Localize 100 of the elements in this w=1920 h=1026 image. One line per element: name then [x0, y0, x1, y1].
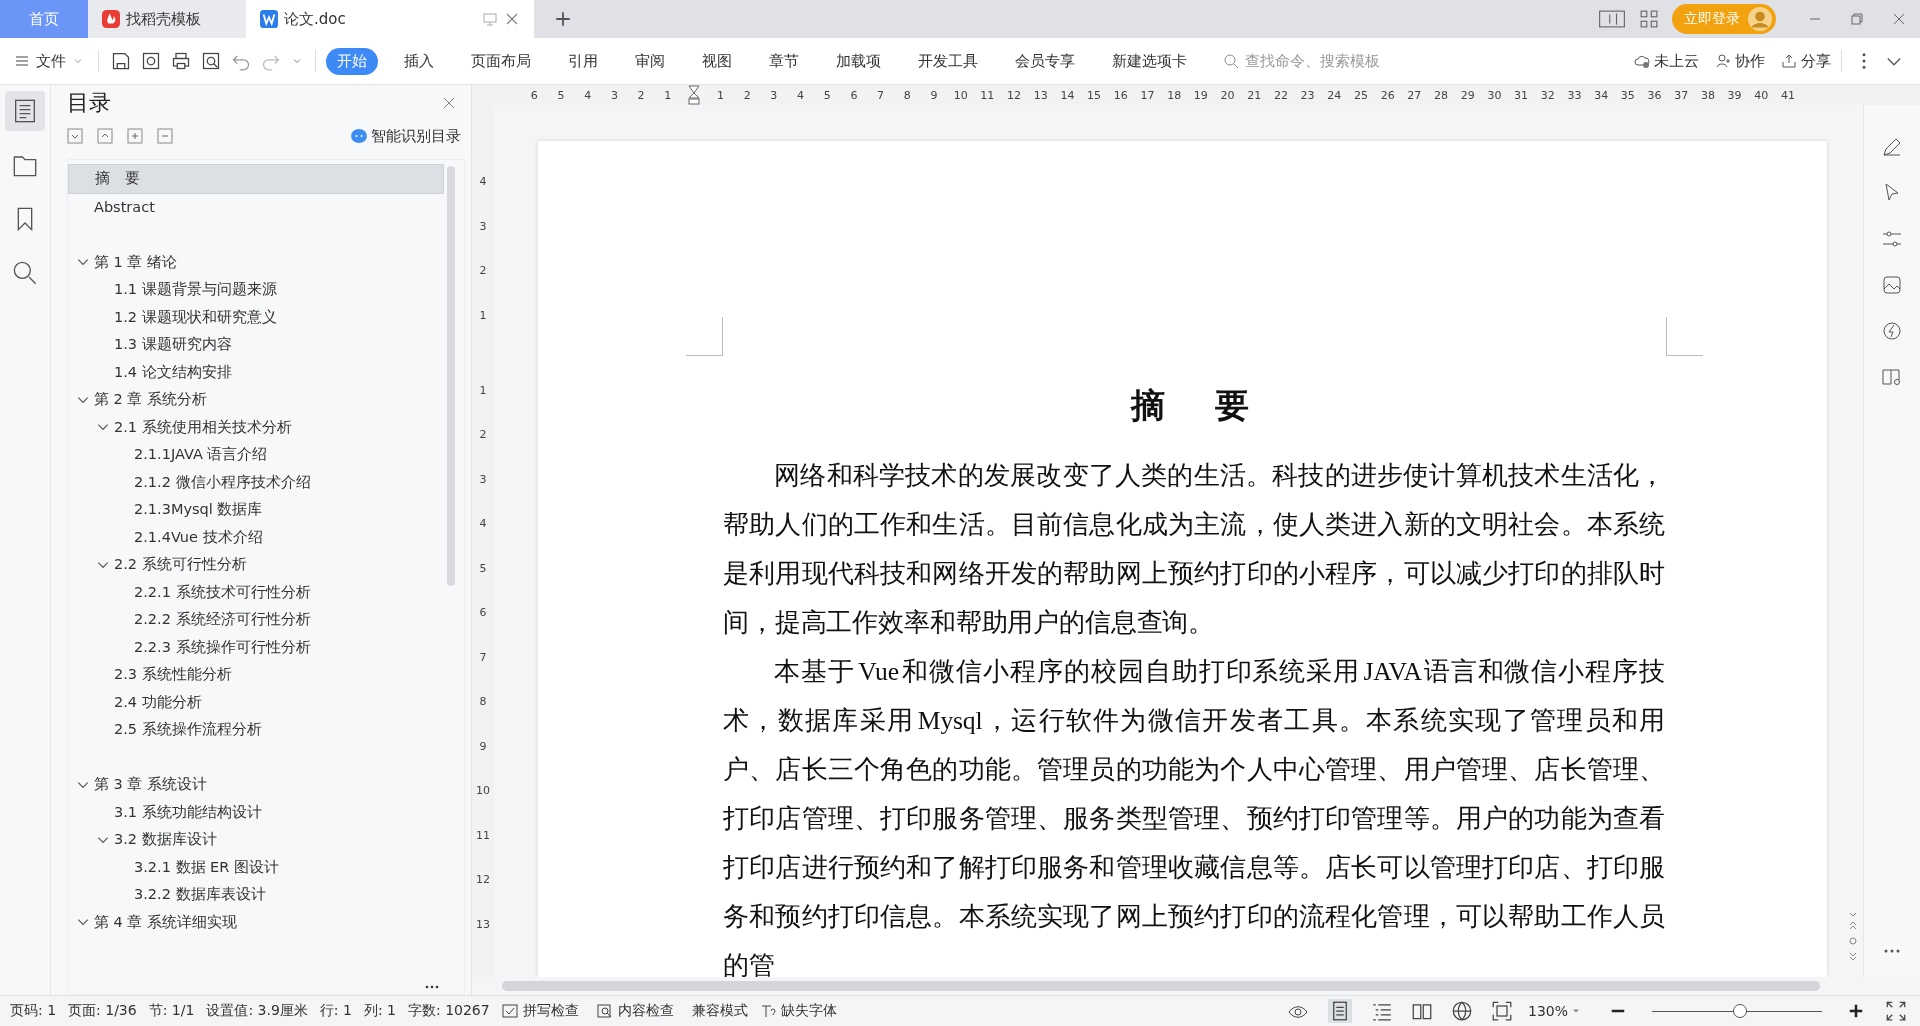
new-tab-icon[interactable] — [554, 10, 572, 28]
print-preview-icon[interactable] — [201, 51, 221, 71]
ribbon-tab[interactable]: 加载项 — [825, 47, 892, 75]
page-view-icon[interactable] — [1327, 999, 1352, 1023]
outline-item[interactable]: 1.1 课题背景与问题来源 — [68, 276, 444, 304]
ruler-number: 9 — [479, 739, 487, 754]
outline-item[interactable]: 2.1.3Mysql 数据库 — [68, 496, 444, 524]
tablet-mode-icon[interactable] — [1598, 10, 1626, 28]
ruler-number: 21 — [1246, 88, 1263, 102]
ribbon-tab[interactable]: 开发工具 — [907, 47, 989, 75]
ruler-number: 6 — [479, 606, 487, 620]
ruler-number: 6 — [849, 88, 859, 102]
more-icon[interactable] — [424, 984, 440, 990]
ruler-number: 27 — [1406, 88, 1423, 102]
ruler-number: 1 — [663, 88, 673, 102]
content-check-button[interactable]: 内容检查 — [596, 1002, 674, 1020]
outline-item[interactable]: 第 2 章 系统分析 — [68, 386, 444, 414]
ruler-number: 8 — [479, 695, 487, 709]
document-tab[interactable]: 找稻壳模板 — [88, 0, 246, 38]
document-tab[interactable]: 论文.doc — [246, 0, 534, 38]
ribbon-tab[interactable]: 引用 — [557, 47, 609, 75]
outline-item[interactable]: 第 4 章 系统详细实现 — [68, 908, 444, 936]
file-menu-button[interactable]: 文件 — [14, 51, 84, 71]
close-icon[interactable] — [1891, 11, 1907, 27]
ribbon-tab[interactable]: 插入 — [393, 47, 445, 75]
crop-mark — [1666, 317, 1703, 356]
toolbar-action-button[interactable]: 协作 — [1715, 51, 1765, 71]
outline-item[interactable]: 2.2.2 系统经济可行性分析 — [68, 606, 444, 634]
ruler-number: 18 — [1166, 88, 1183, 102]
ribbon-tab[interactable]: 会员专享 — [1004, 47, 1086, 75]
outline-item[interactable]: 2.3 系统性能分析 — [68, 661, 444, 689]
spell-check-button[interactable]: 拼写检查 — [501, 1002, 579, 1020]
search-icon — [1223, 53, 1239, 69]
save-icon[interactable] — [111, 51, 131, 71]
outline-item[interactable]: 2.2.3 系统操作可行性分析 — [68, 633, 444, 661]
outline-item[interactable]: 2.1.2 微信小程序技术介绍 — [68, 468, 444, 496]
collapse-up-icon[interactable] — [97, 128, 113, 144]
ruler-number: 2 — [636, 88, 646, 102]
ribbon-tab[interactable]: 视图 — [691, 47, 743, 75]
status-text: 页码: 1 — [10, 1002, 57, 1020]
ruler-number: 31 — [1513, 88, 1530, 102]
missing-font-button[interactable]: 缺失字体 — [759, 1002, 837, 1020]
toolbar-action-button[interactable]: 分享 — [1781, 51, 1831, 71]
outline-view-icon[interactable] — [1371, 1001, 1392, 1021]
search-field[interactable]: 查找命令、搜索模板 — [1223, 52, 1427, 70]
zoom-dropdown[interactable]: 130% — [1527, 1003, 1582, 1019]
image-icon[interactable] — [1880, 273, 1904, 297]
document-paragraph: 网络和科学技术的发展改变了人类的生活。科技的进步使计算机技术生活化，帮助人们的工作和生活。目前信息化成为主流，使人类进入新的文明社会。本系统是利用现代科技和网络开发的帮助网上预约打印的小程序，可以减少打印的排队时间，提高工作效率和帮助用户的信息查询。 — [723, 460, 1665, 639]
outline-item[interactable]: 1.2 课题现状和研究意义 — [68, 303, 444, 331]
close-icon[interactable] — [504, 11, 520, 27]
outline-item[interactable]: 3.1 系统功能结构设计 — [68, 798, 444, 826]
outline-item[interactable]: 第 3 章 系统设计 — [68, 771, 444, 799]
outline-item[interactable]: 3.2 数据库设计 — [68, 826, 444, 854]
outline-item[interactable]: 第 1 章 绪论 — [68, 248, 444, 276]
ruler-number: 13 — [1032, 88, 1049, 102]
outline-item[interactable]: 摘 要 — [68, 164, 444, 194]
ribbon-tab[interactable]: 章节 — [758, 47, 810, 75]
print-icon[interactable] — [171, 51, 191, 71]
outline-item[interactable]: Abstract — [68, 193, 444, 221]
toolbar-action-button[interactable]: 未上云 — [1634, 51, 1699, 71]
ruler-number: 32 — [1539, 88, 1556, 102]
smart-toc-button[interactable]: 智能识别目录 — [351, 126, 461, 146]
ribbon-tab[interactable]: 新建选项卡 — [1101, 47, 1198, 75]
fit-page-icon[interactable] — [1491, 1001, 1512, 1021]
indent-marker-icon[interactable] — [688, 85, 701, 105]
outline-item[interactable]: 3.2.1 数据 ER 图设计 — [68, 853, 444, 881]
close-icon[interactable] — [441, 95, 457, 111]
outline-item[interactable]: 3.2.2 数据库表设计 — [68, 881, 444, 909]
ruler-number: 11 — [979, 88, 996, 102]
ruler-number: 8 — [902, 88, 912, 102]
status-text: 字数: 10267 — [408, 1002, 490, 1020]
zoom-slider-thumb[interactable] — [1733, 1003, 1748, 1018]
grid-icon[interactable] — [1640, 10, 1658, 28]
status-text: 列: 1 — [363, 1002, 396, 1020]
ribbon-tab[interactable]: 页面布局 — [460, 47, 542, 75]
ruler-number: 40 — [1753, 88, 1770, 102]
ruler-number: 38 — [1699, 88, 1716, 102]
outline-item[interactable]: 1.3 课题研究内容 — [68, 331, 444, 359]
restore-icon[interactable] — [1849, 11, 1865, 27]
scrollbar-thumb[interactable] — [502, 981, 1820, 991]
outline-item[interactable]: 2.1.4Vue 技术介绍 — [68, 523, 444, 551]
outline-item[interactable]: 2.2.1 系统技术可行性分析 — [68, 578, 444, 606]
ruler-number: 3 — [769, 88, 779, 102]
ribbon-tab[interactable]: 审阅 — [624, 47, 676, 75]
book-icon[interactable] — [1411, 1001, 1432, 1021]
ruler-number: 34 — [1593, 88, 1610, 102]
outline-item[interactable]: 1.4 论文结构安排 — [68, 358, 444, 386]
fullscreen-icon[interactable] — [1886, 1001, 1906, 1021]
ruler-number: 39 — [1726, 88, 1743, 102]
scrollbar-thumb[interactable] — [447, 166, 455, 586]
ruler-number: 22 — [1272, 88, 1289, 102]
outline-item[interactable]: 2.2 系统可行性分析 — [68, 551, 444, 579]
outline-item[interactable]: 2.5 系统操作流程分析 — [68, 716, 444, 744]
outline-item[interactable]: 2.1 系统使用相关技术分析 — [68, 413, 444, 441]
ruler-number: 6 — [529, 88, 539, 102]
outline-item[interactable]: 2.1.1JAVA 语言介绍 — [68, 441, 444, 469]
outline-icon[interactable] — [5, 91, 45, 131]
web-view-icon[interactable] — [1451, 1001, 1472, 1021]
expand-down-icon[interactable] — [67, 128, 83, 144]
outline-item[interactable]: 2.4 功能分析 — [68, 688, 444, 716]
